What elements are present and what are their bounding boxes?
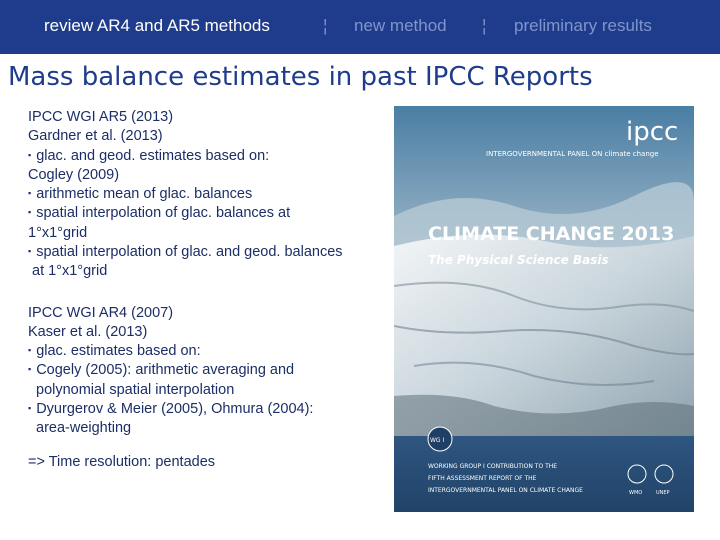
cover-subtitle: The Physical Science Basis	[428, 253, 609, 267]
ar5-heading: IPCC WGI AR5 (2013)	[28, 109, 174, 125]
nav-tab-preliminary-results[interactable]: preliminary results	[514, 16, 652, 36]
ar4-bullet-continuation: area-weighting	[36, 420, 132, 437]
cover-panel-text: INTERGOVERNMENTAL PANEL ON climate chang…	[486, 150, 659, 158]
cogley-heading: Cogley (2009)	[28, 166, 120, 183]
cover-illustration: ipcc INTERGOVERNMENTAL PANEL ON climate …	[394, 106, 694, 512]
cover-title: CLIMATE CHANGE 2013	[428, 223, 674, 245]
cogley-bullet: spatial interpolation of glac. and geod.…	[28, 243, 388, 262]
nav-separator: ¦	[323, 16, 328, 35]
ipcc-report-cover-image: ipcc INTERGOVERNMENTAL PANEL ON climate …	[394, 106, 694, 512]
ar4-bullet: Cogely (2005): arithmetic averaging and	[28, 361, 388, 380]
slide-body: IPCC WGI AR5 (2013) Gardner et al. (2013…	[28, 108, 388, 472]
ar4-bullet: glac. estimates based on:	[28, 342, 388, 361]
top-navigation-bar: review AR4 and AR5 methods ¦ new method …	[0, 0, 720, 54]
ar5-subheading: Gardner et al. (2013)	[28, 128, 163, 145]
cover-footer-line: FIFTH ASSESSMENT REPORT OF THE	[428, 475, 537, 482]
cogley-bullet-continuation: at 1°x1°grid	[32, 263, 108, 280]
conclusion-text: => Time resolution: pentades	[28, 453, 216, 470]
cogley-bullet-continuation: 1°x1°grid	[28, 224, 88, 241]
ar4-bullet: Dyurgerov & Meier (2005), Ohmura (2004):	[28, 400, 388, 419]
cogley-bullet: arithmetic mean of glac. balances	[28, 185, 388, 204]
nav-separator: ¦	[482, 16, 487, 35]
nav-tab-review-methods[interactable]: review AR4 and AR5 methods	[44, 16, 270, 36]
cover-logo-text: ipcc	[626, 117, 678, 147]
slide-title: Mass balance estimates in past IPCC Repo…	[8, 62, 593, 92]
ar4-heading: IPCC WGI AR4 (2007)	[28, 304, 174, 321]
ar5-bullet: glac. and geod. estimates based on:	[28, 147, 388, 166]
nav-tab-new-method[interactable]: new method	[354, 16, 447, 36]
cover-badge-text: WG I	[430, 437, 444, 444]
ar4-subheading: Kaser et al. (2013)	[28, 323, 148, 340]
cover-footer-line: WORKING GROUP I CONTRIBUTION TO THE	[428, 463, 557, 470]
cover-footer-line: INTERGOVERNMENTAL PANEL ON CLIMATE CHANG…	[428, 487, 583, 494]
cogley-bullet: spatial interpolation of glac. balances …	[28, 204, 388, 223]
unep-label: UNEP	[656, 490, 670, 496]
ar4-bullet-continuation: polynomial spatial interpolation	[36, 381, 235, 398]
wmo-label: WMO	[629, 490, 642, 496]
